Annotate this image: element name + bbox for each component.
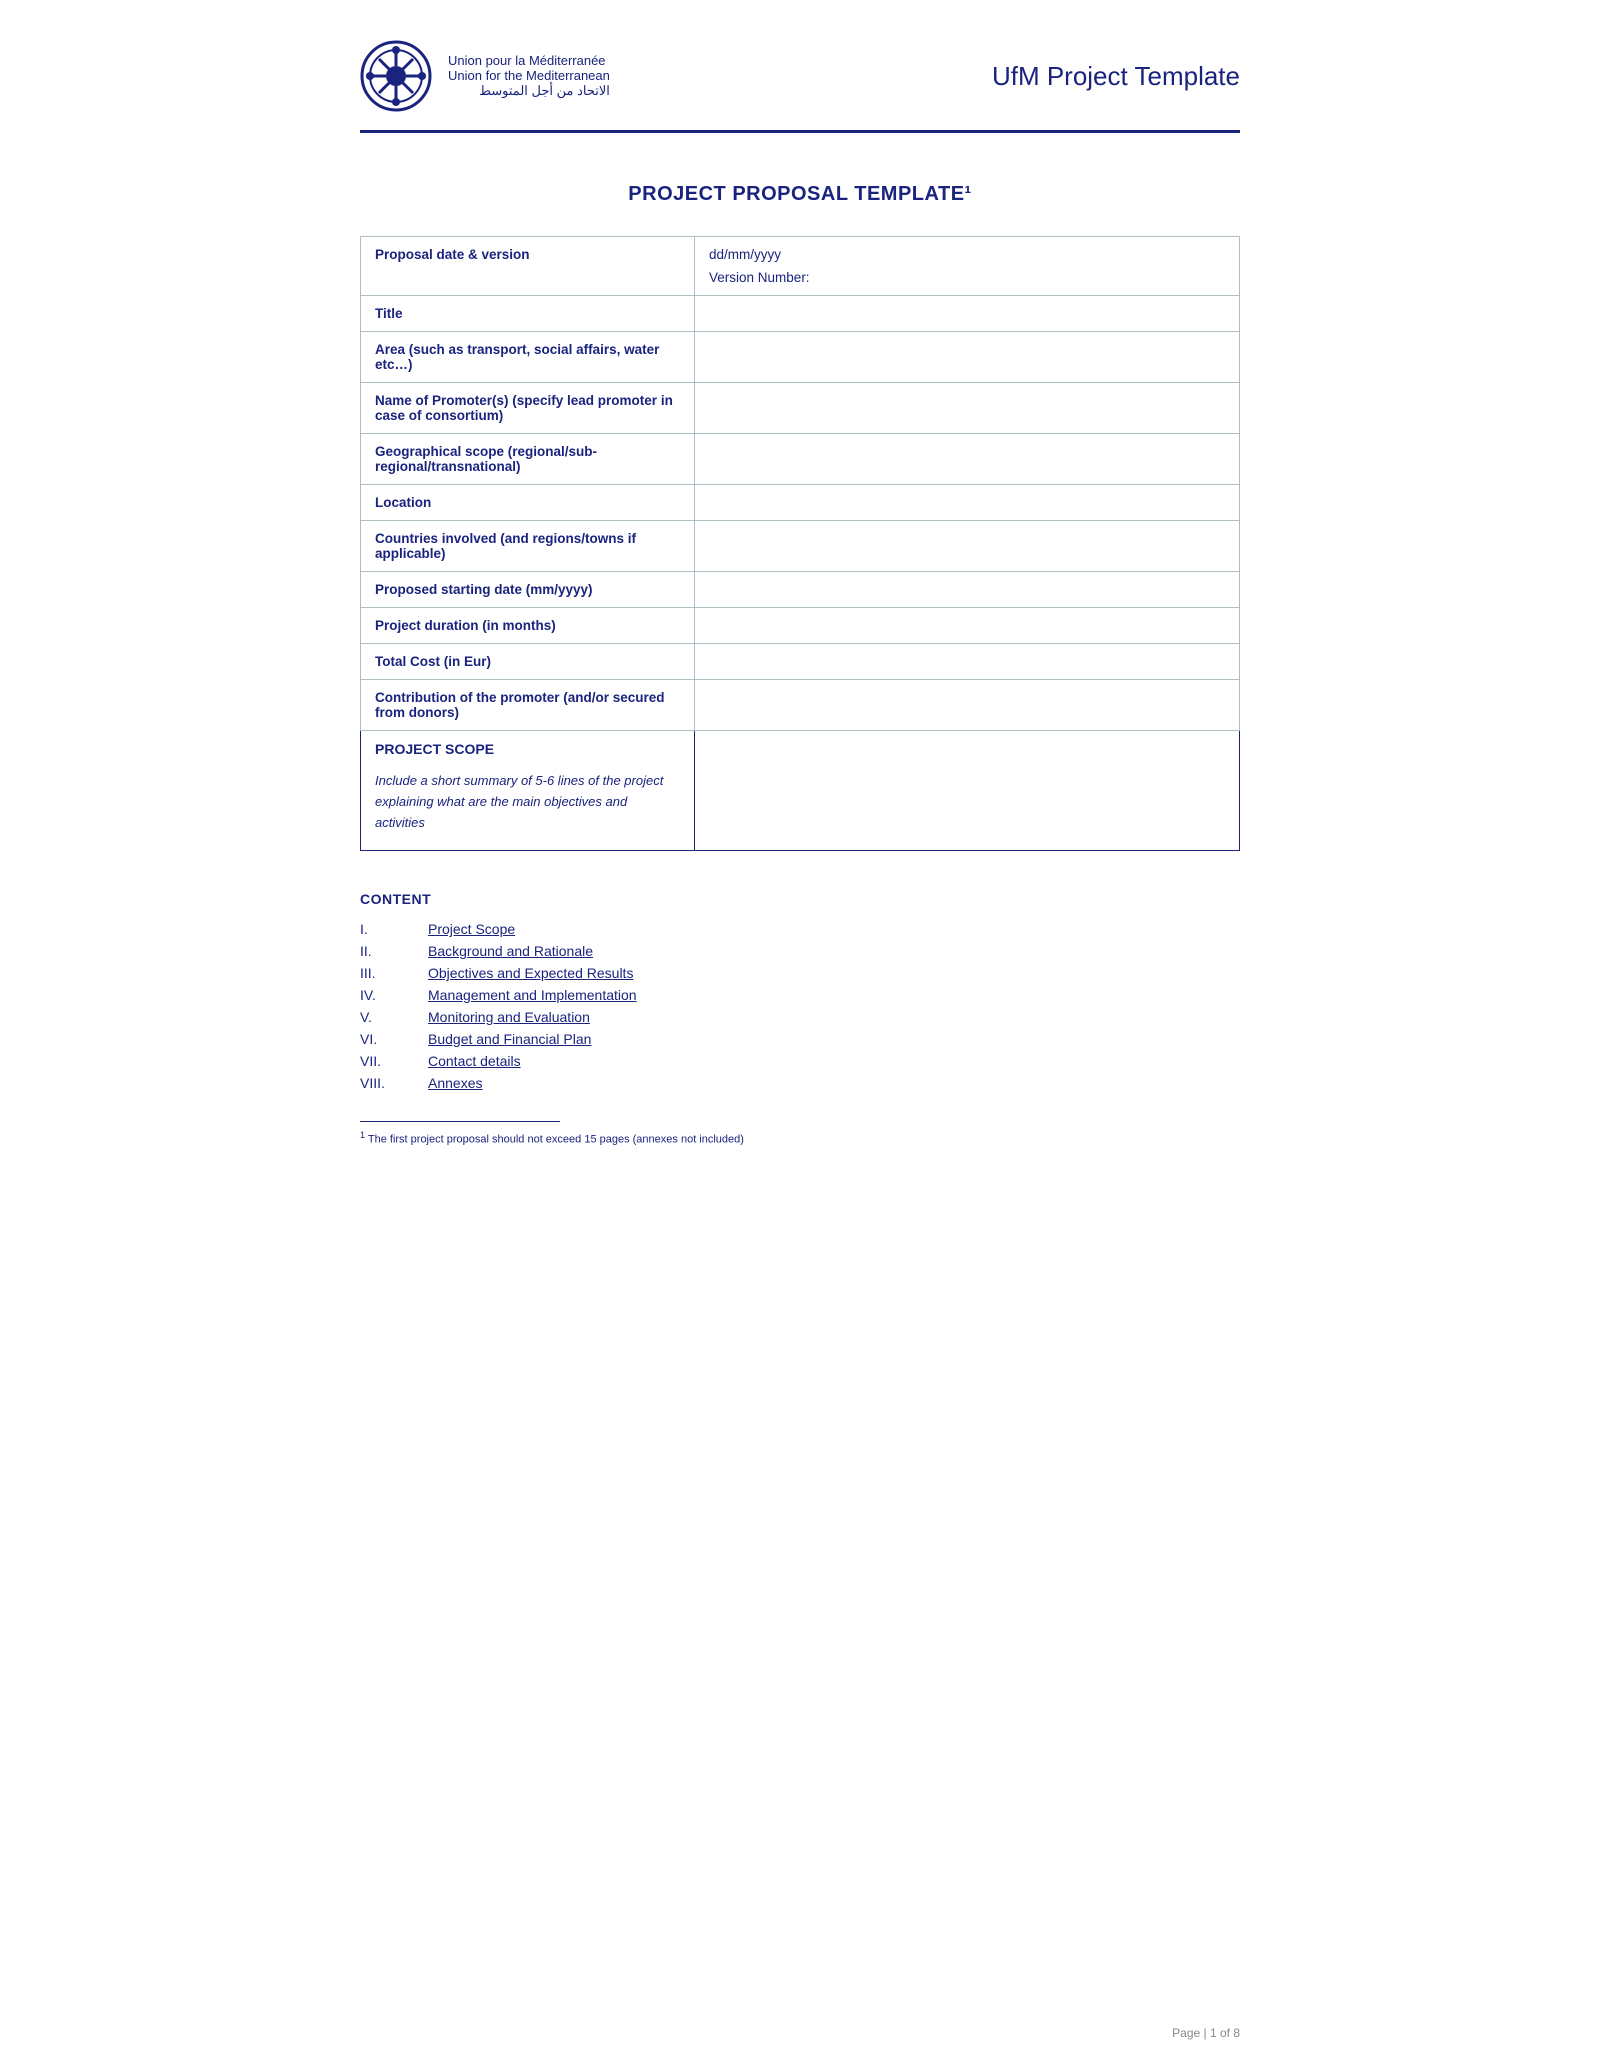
content-link-monitoring[interactable]: Monitoring and Evaluation bbox=[428, 1009, 590, 1025]
table-row: Proposed starting date (mm/yyyy) bbox=[361, 572, 1240, 608]
table-cell-scope-label: PROJECT SCOPE Include a short summary of… bbox=[361, 731, 695, 851]
roman-numeral: I. bbox=[360, 921, 408, 937]
content-link-background[interactable]: Background and Rationale bbox=[428, 943, 593, 959]
org-name-english: Union for the Mediterranean bbox=[448, 68, 610, 83]
list-item: VII. Contact details bbox=[360, 1053, 1240, 1069]
ufm-logo-icon bbox=[360, 40, 432, 112]
table-cell-value: dd/mm/yyyy Version Number: bbox=[695, 237, 1240, 296]
label-total-cost: Total Cost (in Eur) bbox=[375, 654, 491, 669]
table-cell-value bbox=[695, 485, 1240, 521]
table-row: Geographical scope (regional/sub-regiona… bbox=[361, 434, 1240, 485]
label-title: Title bbox=[375, 306, 403, 321]
table-cell-label: Title bbox=[361, 296, 695, 332]
label-promoter: Name of Promoter(s) (specify lead promot… bbox=[375, 393, 673, 423]
footnote-content: The first project proposal should not ex… bbox=[368, 1134, 744, 1146]
label-date-version: Proposal date & version bbox=[375, 247, 530, 262]
table-cell-value bbox=[695, 296, 1240, 332]
table-cell-label: Countries involved (and regions/towns if… bbox=[361, 521, 695, 572]
table-cell-value bbox=[695, 644, 1240, 680]
footnote-divider bbox=[360, 1121, 560, 1122]
table-cell-scope-value bbox=[695, 731, 1240, 851]
label-countries: Countries involved (and regions/towns if… bbox=[375, 531, 636, 561]
roman-numeral: VIII. bbox=[360, 1075, 408, 1091]
label-duration: Project duration (in months) bbox=[375, 618, 556, 633]
content-section: CONTENT I. Project Scope II. Background … bbox=[360, 891, 1240, 1091]
footnote-text: 1 The first project proposal should not … bbox=[360, 1130, 1240, 1146]
table-cell-value bbox=[695, 383, 1240, 434]
content-link-annexes[interactable]: Annexes bbox=[428, 1075, 482, 1091]
main-title: PROJECT PROPOSAL TEMPLATE¹ bbox=[360, 183, 1240, 206]
list-item: V. Monitoring and Evaluation bbox=[360, 1009, 1240, 1025]
table-cell-value bbox=[695, 608, 1240, 644]
table-cell-value bbox=[695, 332, 1240, 383]
header-title: UfM Project Template bbox=[992, 61, 1240, 92]
table-cell-value bbox=[695, 434, 1240, 485]
table-cell-value bbox=[695, 680, 1240, 731]
roman-numeral: III. bbox=[360, 965, 408, 981]
content-heading: CONTENT bbox=[360, 891, 1240, 907]
org-text: Union pour la Méditerranée Union for the… bbox=[448, 53, 610, 99]
label-area: Area (such as transport, social affairs,… bbox=[375, 342, 659, 372]
table-row: Area (such as transport, social affairs,… bbox=[361, 332, 1240, 383]
list-item: II. Background and Rationale bbox=[360, 943, 1240, 959]
label-location: Location bbox=[375, 495, 431, 510]
table-cell-label: Project duration (in months) bbox=[361, 608, 695, 644]
table-row: Proposal date & version dd/mm/yyyy Versi… bbox=[361, 237, 1240, 296]
table-row: Countries involved (and regions/towns if… bbox=[361, 521, 1240, 572]
main-title-text: PROJECT PROPOSAL TEMPLATE¹ bbox=[628, 183, 971, 205]
roman-numeral: II. bbox=[360, 943, 408, 959]
content-link-budget[interactable]: Budget and Financial Plan bbox=[428, 1031, 591, 1047]
table-cell-label: Total Cost (in Eur) bbox=[361, 644, 695, 680]
table-row: Contribution of the promoter (and/or sec… bbox=[361, 680, 1240, 731]
table-cell-label: Proposal date & version bbox=[361, 237, 695, 296]
page-header: Union pour la Méditerranée Union for the… bbox=[360, 40, 1240, 133]
page-number: Page | 1 of 8 bbox=[1172, 2026, 1240, 2040]
roman-numeral: IV. bbox=[360, 987, 408, 1003]
list-item: I. Project Scope bbox=[360, 921, 1240, 937]
content-link-management[interactable]: Management and Implementation bbox=[428, 987, 637, 1003]
org-name-french: Union pour la Méditerranée bbox=[448, 53, 610, 68]
date-value: dd/mm/yyyy bbox=[709, 247, 781, 262]
roman-numeral: VII. bbox=[360, 1053, 408, 1069]
list-item: VI. Budget and Financial Plan bbox=[360, 1031, 1240, 1047]
list-item: III. Objectives and Expected Results bbox=[360, 965, 1240, 981]
table-cell-label: Area (such as transport, social affairs,… bbox=[361, 332, 695, 383]
content-list: I. Project Scope II. Background and Rati… bbox=[360, 921, 1240, 1091]
table-cell-label: Contribution of the promoter (and/or sec… bbox=[361, 680, 695, 731]
table-row-project-scope: PROJECT SCOPE Include a short summary of… bbox=[361, 731, 1240, 851]
table-cell-value bbox=[695, 521, 1240, 572]
page-container: Union pour la Méditerranée Union for the… bbox=[300, 0, 1300, 2070]
label-contribution: Contribution of the promoter (and/or sec… bbox=[375, 690, 665, 720]
table-row: Total Cost (in Eur) bbox=[361, 644, 1240, 680]
table-cell-label: Geographical scope (regional/sub-regiona… bbox=[361, 434, 695, 485]
scope-description: Include a short summary of 5-6 lines of … bbox=[375, 773, 663, 830]
proposal-table: Proposal date & version dd/mm/yyyy Versi… bbox=[360, 236, 1240, 851]
table-cell-value bbox=[695, 572, 1240, 608]
table-cell-label: Location bbox=[361, 485, 695, 521]
org-name-arabic: الاتحاد من أجل المتوسط bbox=[448, 83, 610, 99]
table-row: Location bbox=[361, 485, 1240, 521]
footnote-section: 1 The first project proposal should not … bbox=[360, 1121, 1240, 1146]
content-link-project-scope[interactable]: Project Scope bbox=[428, 921, 515, 937]
footnote-superscript: 1 bbox=[360, 1130, 365, 1140]
header-left: Union pour la Méditerranée Union for the… bbox=[360, 40, 610, 112]
content-link-objectives[interactable]: Objectives and Expected Results bbox=[428, 965, 633, 981]
table-row: Project duration (in months) bbox=[361, 608, 1240, 644]
list-item: IV. Management and Implementation bbox=[360, 987, 1240, 1003]
roman-numeral: V. bbox=[360, 1009, 408, 1025]
label-start-date: Proposed starting date (mm/yyyy) bbox=[375, 582, 593, 597]
label-geo-scope: Geographical scope (regional/sub-regiona… bbox=[375, 444, 597, 474]
table-cell-label: Proposed starting date (mm/yyyy) bbox=[361, 572, 695, 608]
scope-heading: PROJECT SCOPE bbox=[375, 741, 680, 757]
table-row: Name of Promoter(s) (specify lead promot… bbox=[361, 383, 1240, 434]
table-row: Title bbox=[361, 296, 1240, 332]
version-label: Version Number: bbox=[709, 270, 1225, 285]
content-link-contact[interactable]: Contact details bbox=[428, 1053, 521, 1069]
roman-numeral: VI. bbox=[360, 1031, 408, 1047]
list-item: VIII. Annexes bbox=[360, 1075, 1240, 1091]
table-cell-label: Name of Promoter(s) (specify lead promot… bbox=[361, 383, 695, 434]
